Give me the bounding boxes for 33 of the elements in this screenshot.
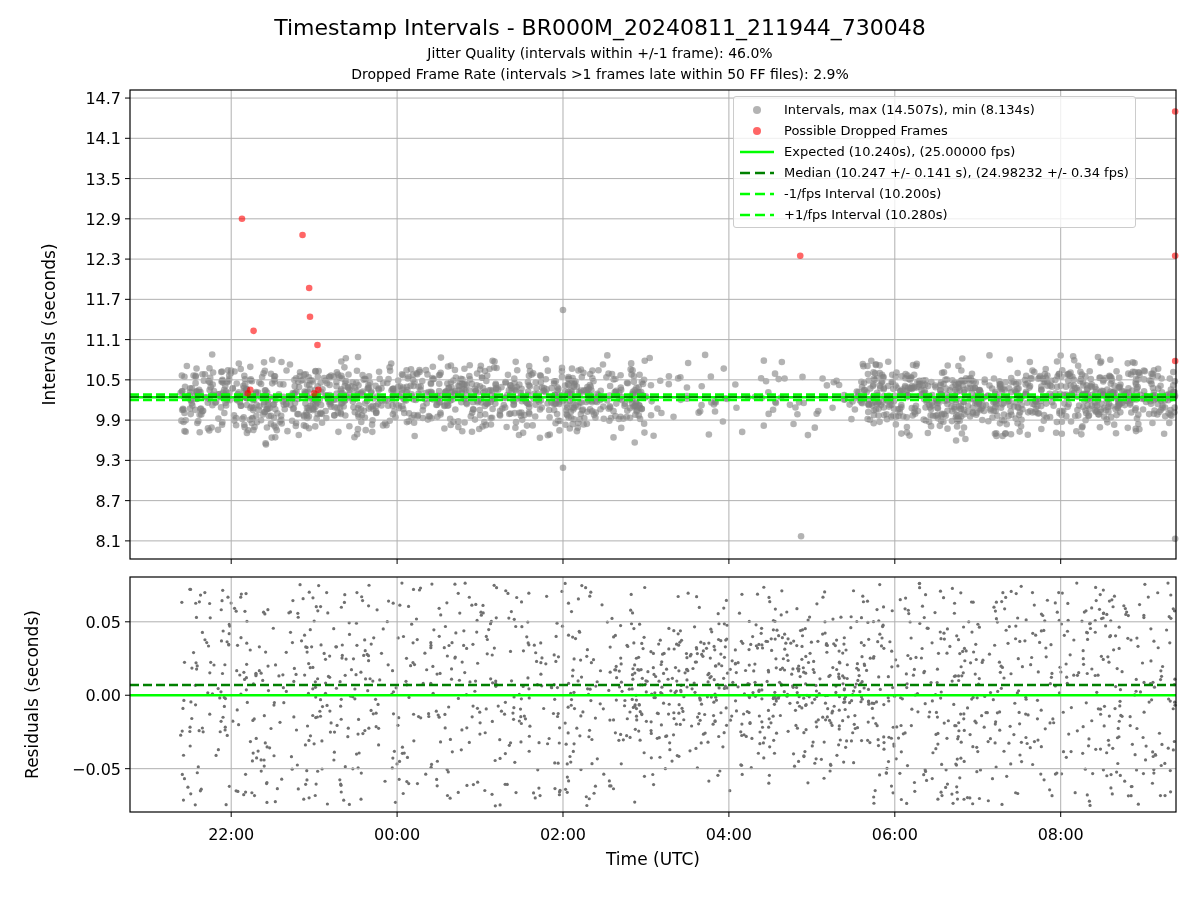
axis-label: Time (UTC) xyxy=(606,849,700,869)
axis-label: Intervals (seconds) xyxy=(39,243,59,406)
tick-label: 10.5 xyxy=(85,370,121,390)
tick-label: 0.00 xyxy=(85,686,121,706)
tick-label: −0.05 xyxy=(71,759,121,779)
chart-subtitle: Jitter Quality (intervals within +/-1 frame): 46.0% xyxy=(427,44,773,63)
tick-label: 12.9 xyxy=(85,209,121,229)
axis-label: Residuals (seconds) xyxy=(22,610,42,779)
tick-label: 04:00 xyxy=(705,825,752,844)
tick-label: 11.1 xyxy=(85,330,121,350)
tick-label: 11.7 xyxy=(85,290,121,310)
tick-label: 08:00 xyxy=(1037,825,1084,844)
legend-label: Median (10.247 +/- 0.141 s), (24.98232 +/- 0.34 fps) xyxy=(784,163,1129,182)
legend-label: +1/fps Interval (10.280s) xyxy=(784,205,948,224)
tick-label: 06:00 xyxy=(871,825,918,844)
legend-label: Expected (10.240s), (25.00000 fps) xyxy=(784,142,1016,161)
tick-label: 9.3 xyxy=(95,451,121,471)
tick-label: 9.9 xyxy=(95,411,121,431)
tick-label: 8.1 xyxy=(95,531,121,551)
legend-label: -1/fps Interval (10.200s) xyxy=(784,184,942,203)
tick-label: 0.05 xyxy=(85,612,121,632)
chart-title: Timestamp Intervals - BR000M_20240811_211944_730048 xyxy=(274,14,926,42)
tick-label: 8.7 xyxy=(95,491,121,511)
tick-label: 14.7 xyxy=(85,89,121,109)
tick-label: 22:00 xyxy=(208,825,255,844)
tick-label: 00:00 xyxy=(374,825,421,844)
tick-label: 14.1 xyxy=(85,129,121,149)
tick-label: 13.5 xyxy=(85,169,121,189)
legend-label: Intervals, max (14.507s), min (8.134s) xyxy=(784,100,1035,119)
legend-label: Possible Dropped Frames xyxy=(784,121,948,140)
tick-label: 12.3 xyxy=(85,250,121,270)
chart-subtitle: Dropped Frame Rate (intervals >1 frames late within 50 FF files): 2.9% xyxy=(351,65,849,84)
tick-label: 02:00 xyxy=(539,825,587,844)
